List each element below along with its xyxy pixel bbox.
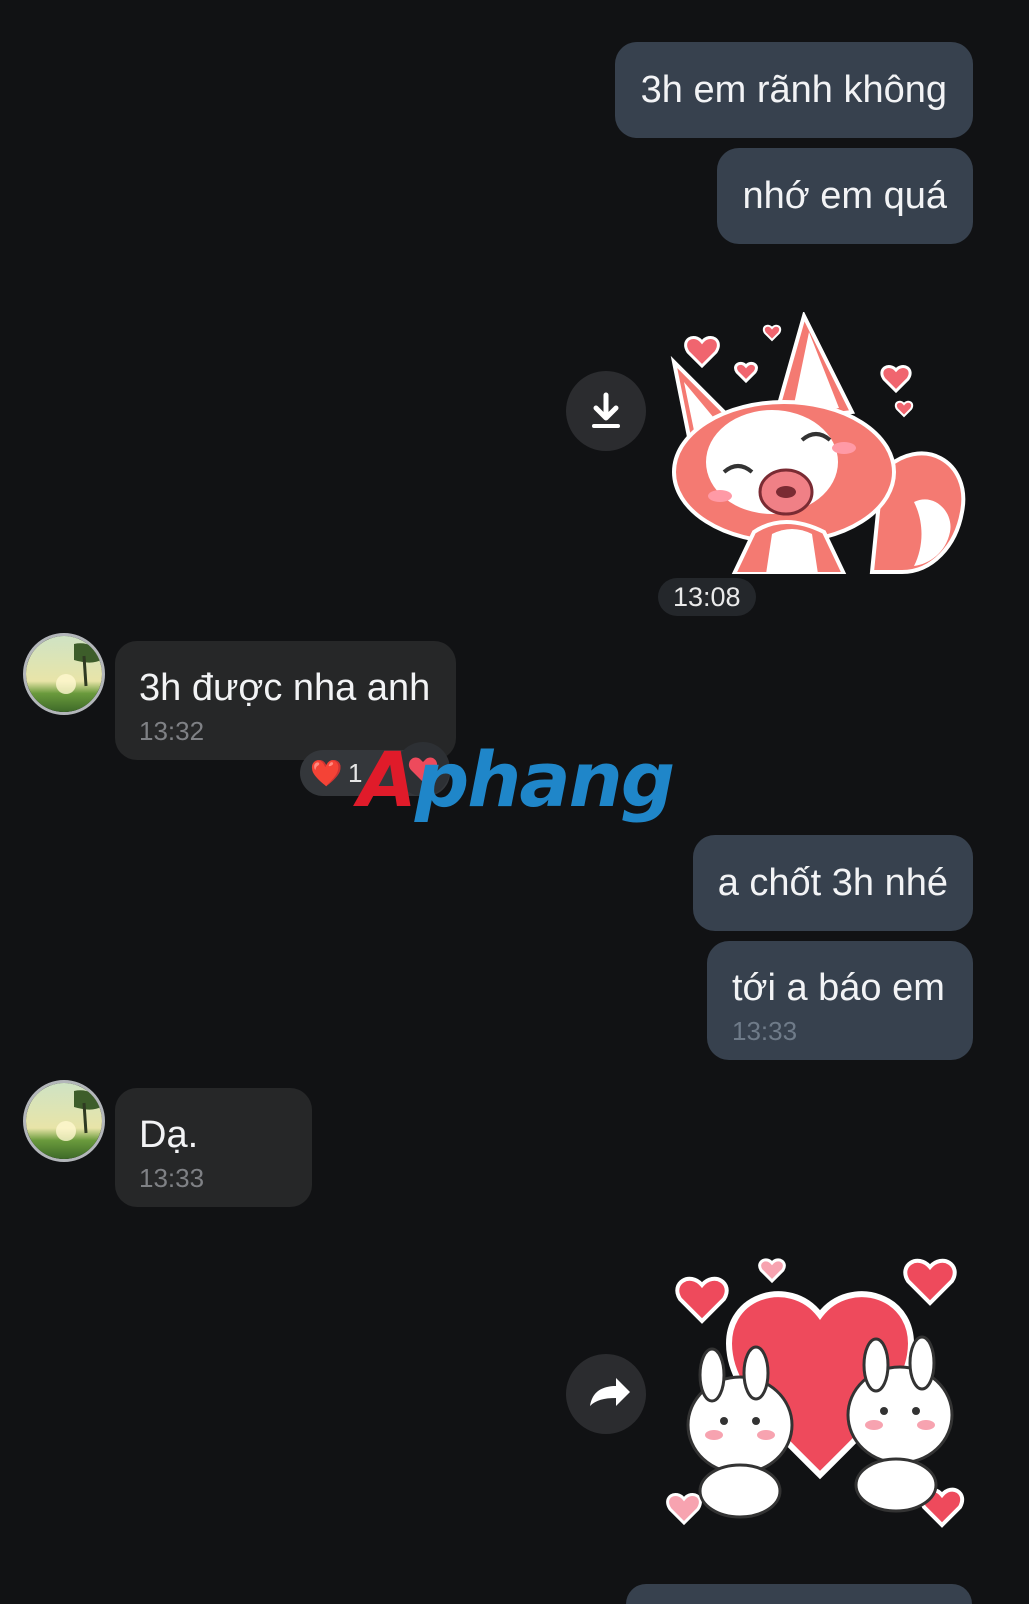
message-text: tới a báo em bbox=[732, 967, 945, 1009]
fox-sticker-image bbox=[670, 310, 966, 576]
fox-kiss-sticker[interactable] bbox=[664, 310, 980, 576]
message-text: Dạ. bbox=[139, 1114, 199, 1156]
message-bubble-outgoing[interactable]: nhớ em quá bbox=[716, 148, 973, 244]
message-text: 3h được nha anh bbox=[139, 667, 431, 709]
message-timestamp: 13:33 bbox=[732, 1016, 798, 1046]
download-button[interactable] bbox=[566, 371, 646, 451]
bunnies-heart-sticker[interactable] bbox=[660, 1255, 980, 1545]
download-icon bbox=[592, 392, 620, 428]
message-bubble-outgoing[interactable]: tới a báo em 13:33 bbox=[707, 941, 973, 1060]
message-timestamp: 13:33 bbox=[139, 1163, 205, 1193]
message-text: nhớ em quá bbox=[742, 175, 948, 217]
sticker-timestamp: 13:08 bbox=[658, 578, 756, 616]
watermark-letter: A bbox=[358, 735, 417, 824]
message-bubble-outgoing[interactable]: 3h em rãnh không bbox=[614, 42, 973, 138]
sender-avatar[interactable] bbox=[23, 1080, 105, 1162]
landscape-avatar-image bbox=[26, 1083, 102, 1159]
message-bubble-incoming[interactable]: Dạ. 13:33 bbox=[115, 1088, 312, 1207]
watermark-logo: Aphang bbox=[358, 735, 675, 824]
message-bubble-outgoing[interactable]: a chốt 3h nhé bbox=[692, 835, 973, 931]
landscape-avatar-image bbox=[26, 636, 102, 712]
forward-button[interactable] bbox=[566, 1354, 646, 1434]
message-text: a chốt 3h nhé bbox=[717, 862, 948, 904]
message-bubble-outgoing-partial[interactable] bbox=[626, 1584, 972, 1604]
watermark-text: phang bbox=[414, 735, 675, 824]
heart-reaction-icon: ❤️ bbox=[310, 758, 343, 788]
forward-arrow-icon bbox=[590, 1378, 630, 1406]
message-text: 3h em rãnh không bbox=[640, 69, 947, 111]
sender-avatar[interactable] bbox=[23, 633, 105, 715]
bunnies-heart-image bbox=[666, 1258, 964, 1528]
